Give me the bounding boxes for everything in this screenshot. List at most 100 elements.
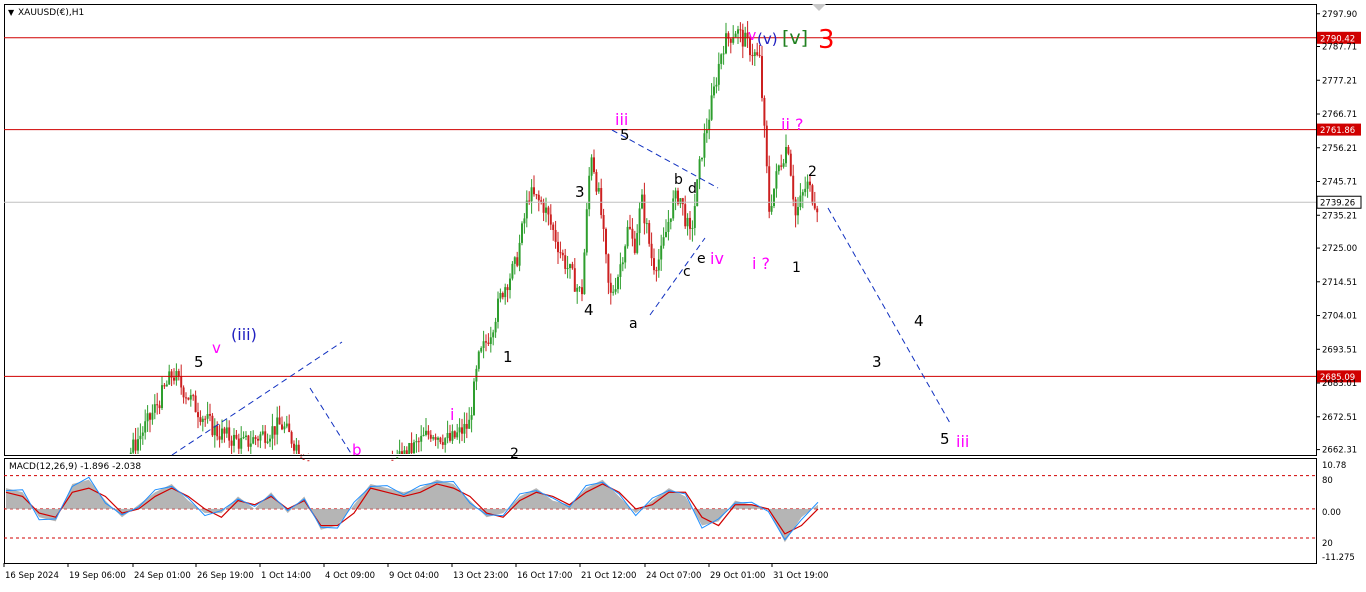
y-tick-label-10: 2693.51 bbox=[1322, 345, 1357, 355]
candle-body bbox=[187, 397, 190, 400]
candle-body bbox=[420, 435, 423, 442]
candle-body bbox=[787, 146, 790, 154]
wave-label-21: 5 bbox=[194, 353, 204, 371]
chart-window[interactable]: 2790.42 2761.86 2685.09 2739.26 v (v) [v] 3 iii… bbox=[0, 0, 1366, 588]
candle-body bbox=[581, 287, 583, 295]
candle-body bbox=[564, 255, 567, 269]
macd-tick-label-4: -11.275 bbox=[1322, 553, 1355, 563]
candle-body bbox=[734, 33, 737, 38]
candle-body bbox=[533, 187, 535, 195]
candle-body bbox=[801, 192, 804, 196]
candle-body bbox=[240, 438, 243, 449]
candle-body bbox=[180, 376, 183, 388]
price-axis[interactable]: 2797.90 2787.71 2777.21 2766.71 2756.21 2745.… bbox=[1316, 10, 1357, 456]
candle-body bbox=[629, 226, 631, 229]
candle-body bbox=[624, 246, 627, 263]
candle-body bbox=[413, 442, 415, 454]
x-tick-label-10: 24 Oct 07:00 bbox=[646, 571, 701, 581]
candle-body bbox=[585, 209, 588, 253]
candle-body bbox=[662, 237, 665, 246]
candle-body bbox=[444, 438, 447, 445]
candle-body bbox=[530, 187, 533, 202]
candle-body bbox=[698, 159, 701, 180]
candle-body bbox=[144, 421, 147, 433]
y-tick-label-5: 2745.71 bbox=[1322, 178, 1357, 188]
y-tick-label-8: 2714.51 bbox=[1322, 278, 1357, 288]
candle-body bbox=[799, 195, 802, 208]
candle-body bbox=[401, 451, 403, 454]
candle-body bbox=[189, 395, 192, 400]
candle-body bbox=[497, 298, 499, 322]
candle-body bbox=[681, 198, 684, 205]
candle-body bbox=[266, 441, 269, 443]
candle-body bbox=[573, 268, 576, 292]
wave-label-17: a bbox=[629, 316, 638, 332]
x-tick-label-4: 1 Oct 14:00 bbox=[261, 571, 311, 581]
candle-body bbox=[717, 63, 720, 85]
candle-body bbox=[600, 188, 603, 216]
candle-body bbox=[737, 29, 739, 34]
candle-body bbox=[806, 181, 809, 189]
candle-body bbox=[456, 432, 459, 438]
candle-body bbox=[396, 457, 399, 459]
wave-label-19: 2 bbox=[510, 446, 519, 462]
wave-label-8: 3 bbox=[575, 183, 585, 201]
candle-body bbox=[475, 368, 478, 382]
macd-tick-label-3: 20 bbox=[1322, 539, 1333, 549]
chart-svg[interactable]: 2790.422761.862685.092739.26 v (v) [v] 3iii… bbox=[0, 0, 1366, 588]
candle-body bbox=[141, 432, 144, 436]
candle-body bbox=[549, 214, 552, 225]
candle-body bbox=[175, 371, 178, 381]
main-panel-frame bbox=[4, 4, 1317, 456]
candle-body bbox=[458, 427, 461, 433]
candle-body bbox=[571, 264, 574, 269]
candle-body bbox=[686, 217, 689, 227]
wave-label-9: b bbox=[674, 172, 683, 188]
candle-body bbox=[211, 415, 214, 436]
candle-body bbox=[297, 444, 300, 454]
candle-body bbox=[218, 436, 221, 440]
candle-body bbox=[499, 293, 502, 299]
candle-body bbox=[288, 423, 291, 433]
candle-body bbox=[614, 289, 617, 292]
candle-body bbox=[619, 264, 622, 277]
candle-body bbox=[237, 438, 240, 449]
candle-body bbox=[405, 450, 408, 454]
candle-body bbox=[415, 441, 418, 443]
candle-body bbox=[758, 54, 761, 57]
candle-body bbox=[660, 245, 663, 260]
macd-tick-label-1: 80 bbox=[1322, 476, 1333, 486]
candle-body bbox=[168, 371, 171, 385]
candle-body bbox=[257, 438, 259, 441]
candle-body bbox=[278, 417, 281, 425]
candle-body bbox=[403, 450, 406, 454]
time-axis[interactable]: 16 Sep 2024 19 Sep 06:00 24 Sep 01:00 26 Se… bbox=[3, 563, 828, 581]
y-tick-label-11: 2683.01 bbox=[1322, 379, 1357, 389]
candle-body bbox=[408, 442, 411, 454]
candle-body bbox=[739, 29, 742, 31]
y-tick-label-3: 2766.71 bbox=[1322, 110, 1357, 120]
candle-body bbox=[665, 231, 667, 238]
candle-body bbox=[595, 172, 598, 192]
candle-body bbox=[684, 204, 687, 227]
candle-body bbox=[751, 55, 754, 57]
candle-body bbox=[804, 188, 807, 193]
candle-body bbox=[463, 423, 466, 434]
candle-body bbox=[655, 270, 658, 272]
candle-body bbox=[605, 228, 607, 255]
candle-body bbox=[672, 198, 675, 219]
wave-label-13: iv bbox=[710, 249, 724, 268]
candle-body bbox=[537, 194, 540, 201]
candle-body bbox=[192, 395, 195, 397]
y-tick-label-9: 2704.01 bbox=[1322, 312, 1357, 322]
candle-body bbox=[461, 427, 463, 434]
y-tick-label-13: 2662.31 bbox=[1322, 446, 1357, 456]
wave-label-11: c bbox=[683, 264, 691, 280]
candle-body bbox=[482, 341, 485, 348]
macd-label: MACD(12,26,9) -1.896 -2.038 bbox=[9, 462, 141, 472]
candle-body bbox=[223, 428, 226, 434]
candle-body bbox=[569, 264, 571, 269]
candle-body bbox=[703, 133, 706, 158]
dropdown-arrow-icon[interactable]: ▼ bbox=[8, 8, 15, 17]
candle-body bbox=[679, 198, 682, 204]
